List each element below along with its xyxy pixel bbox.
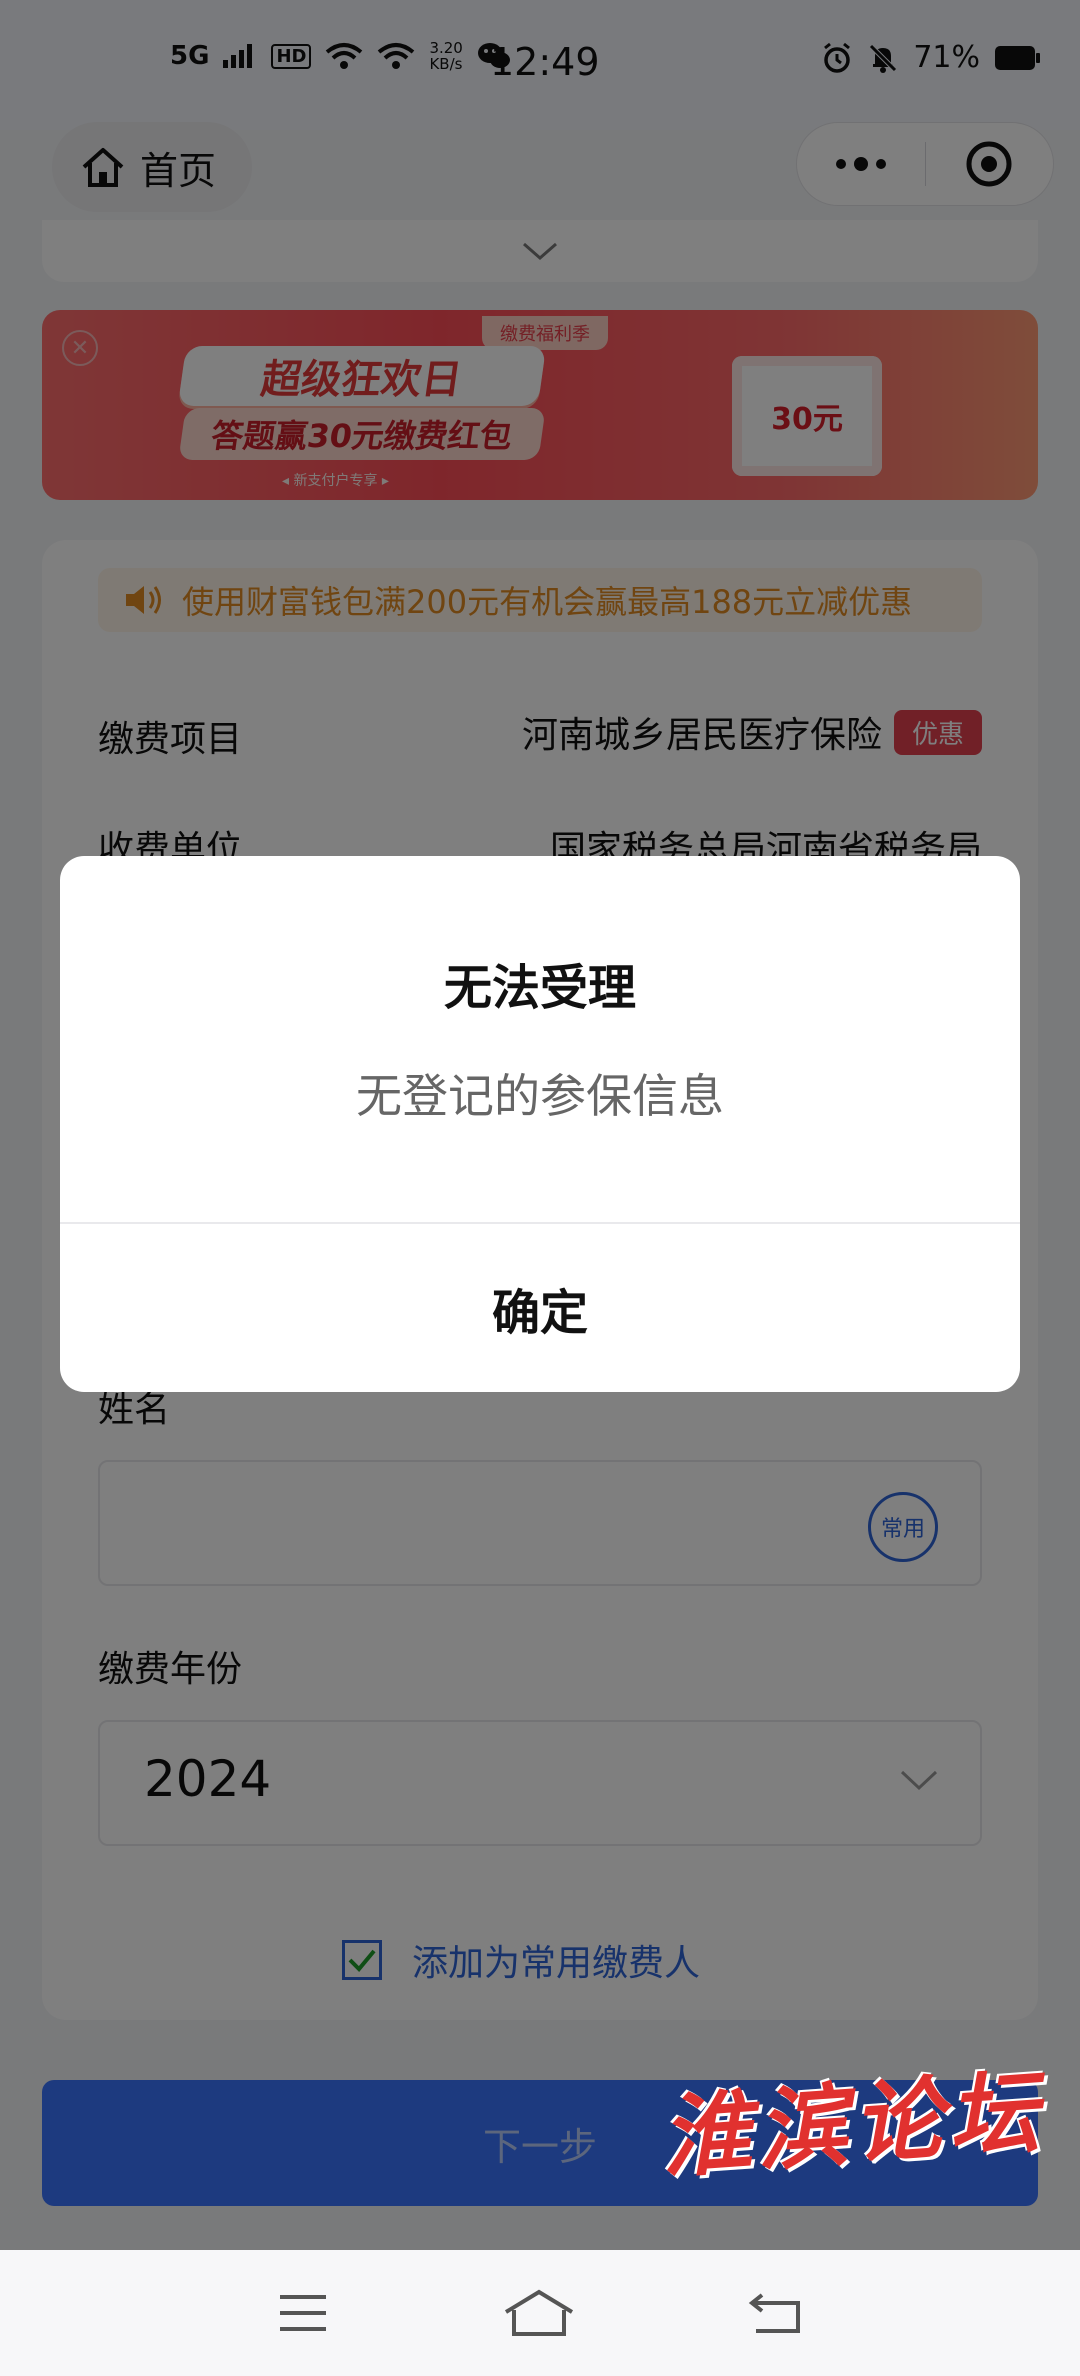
nav-home-icon[interactable]: [502, 2288, 576, 2338]
dialog-title: 无法受理: [443, 960, 636, 1016]
forum-watermark: 淮滨论坛: [657, 2058, 1048, 2192]
error-dialog: 无法受理 无登记的参保信息 确定: [60, 856, 1020, 1392]
dialog-message: 无登记的参保信息: [356, 1069, 724, 1123]
back-icon[interactable]: [748, 2291, 804, 2335]
confirm-button[interactable]: 确定: [60, 1224, 1020, 1392]
app-page: 5G HD: [0, 0, 1080, 2376]
menu-icon[interactable]: [276, 2291, 330, 2335]
system-nav-bar: [0, 2250, 1080, 2376]
